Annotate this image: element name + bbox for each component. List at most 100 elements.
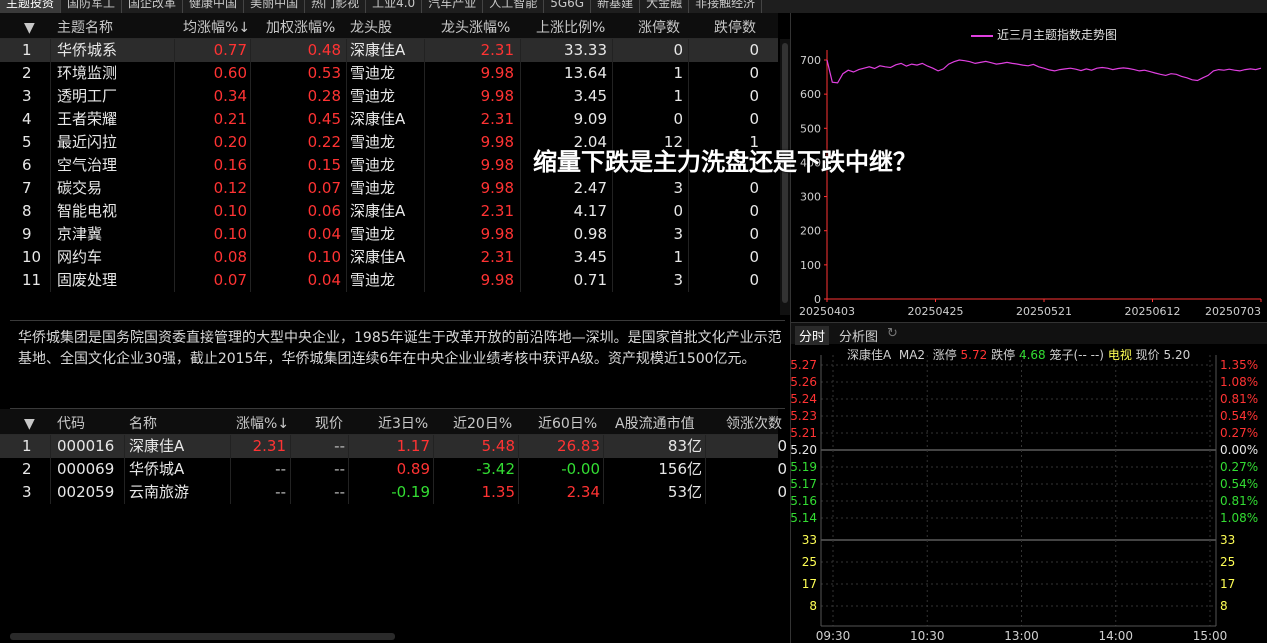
theme-table-scrollbar[interactable] [780, 39, 790, 315]
pct-tick-label: 0.00% [1220, 443, 1258, 457]
top-tab[interactable]: 国防军工 [61, 0, 123, 13]
x-tick-label: 20250403 [799, 305, 855, 318]
row-index: 2 [22, 460, 32, 478]
col-60d[interactable]: 近60日% [538, 413, 597, 433]
weighted-change: 0.15 [307, 156, 341, 174]
weighted-change: 0.04 [307, 271, 341, 289]
table-row[interactable]: 3 002059 云南旅游 -- -- -0.19 1.35 2.34 53亿 0 [0, 481, 787, 504]
stock-name: 云南旅游 [129, 483, 190, 501]
col-theme-name[interactable]: 主题名称 [57, 17, 113, 37]
table-row[interactable]: 1 华侨城系 0.77 0.48 深康佳A 2.31 33.33 0 0 [0, 39, 778, 62]
collapse-caret-icon[interactable]: ▼ [24, 416, 35, 432]
col-code[interactable]: 代码 [57, 413, 85, 433]
row-index: 7 [22, 179, 32, 197]
top-tab[interactable]: 5G6G [544, 0, 592, 13]
table-row[interactable]: 3 透明工厂 0.34 0.28 雪迪龙 9.98 3.45 1 0 [0, 85, 778, 108]
top-tab[interactable]: 工业4.0 [366, 0, 423, 13]
x-tick-label: 20250612 [1125, 305, 1181, 318]
table-row[interactable]: 8 智能电视 0.10 0.06 深康佳A 2.31 4.17 0 0 [0, 200, 778, 223]
price-tick-label: 5.20 [791, 443, 817, 457]
volume-tick-label: 33 [802, 533, 817, 547]
refresh-icon[interactable]: ↻ [883, 326, 902, 341]
col-name[interactable]: 名称 [129, 413, 157, 433]
theme-table-header: ▼ 主题名称 均涨幅%↓ 加权涨幅% 龙头股 龙头涨幅% 上涨比例% 涨停数 跌… [0, 13, 778, 39]
col-avg-change[interactable]: 均涨幅%↓ [183, 17, 250, 37]
pct-tick-label: 0.54% [1220, 409, 1258, 423]
top-tab-bar: 主题投资 国防军工 国企改革 健康中国 美丽中国 热门影视 工业4.0 汽车产业 人工智能 5G6… [0, 0, 1267, 13]
top-tab[interactable]: 非接触经济 [689, 0, 763, 13]
col-leader[interactable]: 龙头股 [350, 17, 392, 37]
col-price[interactable]: 现价 [315, 413, 343, 433]
leader-change: 2.31 [480, 110, 514, 128]
table-row[interactable]: 4 王者荣耀 0.21 0.45 深康佳A 2.31 9.09 0 0 [0, 108, 778, 131]
table-row[interactable]: 7 碳交易 0.12 0.07 雪迪龙 9.98 2.47 3 0 [0, 177, 778, 200]
leader-stock: 深康佳A [350, 110, 406, 128]
col-lead-count[interactable]: 领涨次数 [726, 413, 782, 433]
top-tab[interactable]: 人工智能 [483, 0, 545, 13]
up-ratio: 33.33 [564, 41, 607, 59]
theme-name: 环境监测 [57, 64, 118, 82]
limit-down-count: 0 [749, 87, 759, 105]
up-ratio: 9.09 [573, 110, 607, 128]
float-market-cap: 53亿 [667, 483, 702, 501]
row-index: 2 [22, 64, 32, 82]
theme-name: 透明工厂 [57, 87, 118, 105]
up-ratio: 3.45 [573, 87, 607, 105]
limit-up-count: 3 [673, 271, 683, 289]
x-tick-label: 20250521 [1016, 305, 1072, 318]
col-leader-change[interactable]: 龙头涨幅% [441, 17, 510, 37]
collapse-caret-icon[interactable]: ▼ [24, 20, 35, 36]
avg-change: 0.20 [213, 133, 247, 151]
table-row[interactable]: 9 京津冀 0.10 0.04 雪迪龙 9.98 0.98 3 0 [0, 223, 778, 246]
limit-up-count: 1 [673, 87, 683, 105]
top-tab[interactable]: 大金融 [640, 0, 690, 13]
series-line [826, 59, 1262, 84]
leader-change: 9.98 [480, 87, 514, 105]
weighted-change: 0.10 [307, 248, 341, 266]
table-row[interactable]: 11 固废处理 0.07 0.04 雪迪龙 9.98 0.71 3 0 [0, 269, 778, 292]
col-3d[interactable]: 近3日% [378, 413, 428, 433]
top-tab[interactable]: 热门影视 [305, 0, 367, 13]
limit-up-count: 3 [673, 179, 683, 197]
leader-change: 9.98 [480, 64, 514, 82]
table-row[interactable]: 2 000069 华侨城A -- -- 0.89 -3.42 -0.00 156亿 0 [0, 458, 787, 481]
divider [10, 320, 785, 321]
weighted-change: 0.53 [307, 64, 341, 82]
top-tab[interactable]: 新基建 [591, 0, 641, 13]
col-20d[interactable]: 近20日% [453, 413, 512, 433]
col-up-ratio[interactable]: 上涨比例% [536, 17, 605, 37]
volume-tick-label: 25 [1220, 555, 1235, 569]
top-tab[interactable]: 健康中国 [183, 0, 245, 13]
table-row[interactable]: 10 网约车 0.08 0.10 深康佳A 2.31 3.45 1 0 [0, 246, 778, 269]
top-tab[interactable]: 汽车产业 [422, 0, 484, 13]
top-tab[interactable]: 主题投资 [0, 0, 62, 13]
top-tab[interactable]: 美丽中国 [244, 0, 306, 13]
limit-up-count: 0 [673, 202, 683, 220]
theme-name: 空气治理 [57, 156, 118, 174]
leader-change: 9.98 [480, 225, 514, 243]
up-ratio: 0.71 [573, 271, 607, 289]
stock-code: 000069 [57, 460, 115, 478]
col-mcap[interactable]: A股流通市值 [615, 413, 695, 433]
volume-tick-label: 8 [1220, 599, 1228, 613]
col-change[interactable]: 涨幅%↓ [236, 413, 289, 433]
change-60d: 26.83 [557, 437, 600, 455]
col-weighted-change[interactable]: 加权涨幅% [266, 17, 335, 37]
limit-up-count: 0 [673, 41, 683, 59]
limit-up-count: 3 [673, 225, 683, 243]
horizontal-scrollbar[interactable] [10, 633, 395, 640]
table-row[interactable]: 2 环境监测 0.60 0.53 雪迪龙 9.98 13.64 1 0 [0, 62, 778, 85]
avg-change: 0.21 [213, 110, 247, 128]
col-limit-up[interactable]: 涨停数 [638, 17, 680, 37]
col-limit-down[interactable]: 跌停数 [714, 17, 756, 37]
weighted-change: 0.07 [307, 179, 341, 197]
leader-change: 2.31 [480, 202, 514, 220]
y-tick-label: 600 [800, 88, 821, 101]
top-tab[interactable]: 国企改革 [122, 0, 184, 13]
lead-count: 0 [777, 460, 787, 478]
pct-tick-label: 0.81% [1220, 392, 1258, 406]
avg-change: 0.60 [213, 64, 247, 82]
stock-name: 华侨城A [129, 460, 185, 478]
table-row[interactable]: 1 000016 深康佳A 2.31 -- 1.17 5.48 26.83 83亿 0 [0, 435, 787, 458]
price: -- [334, 437, 345, 455]
